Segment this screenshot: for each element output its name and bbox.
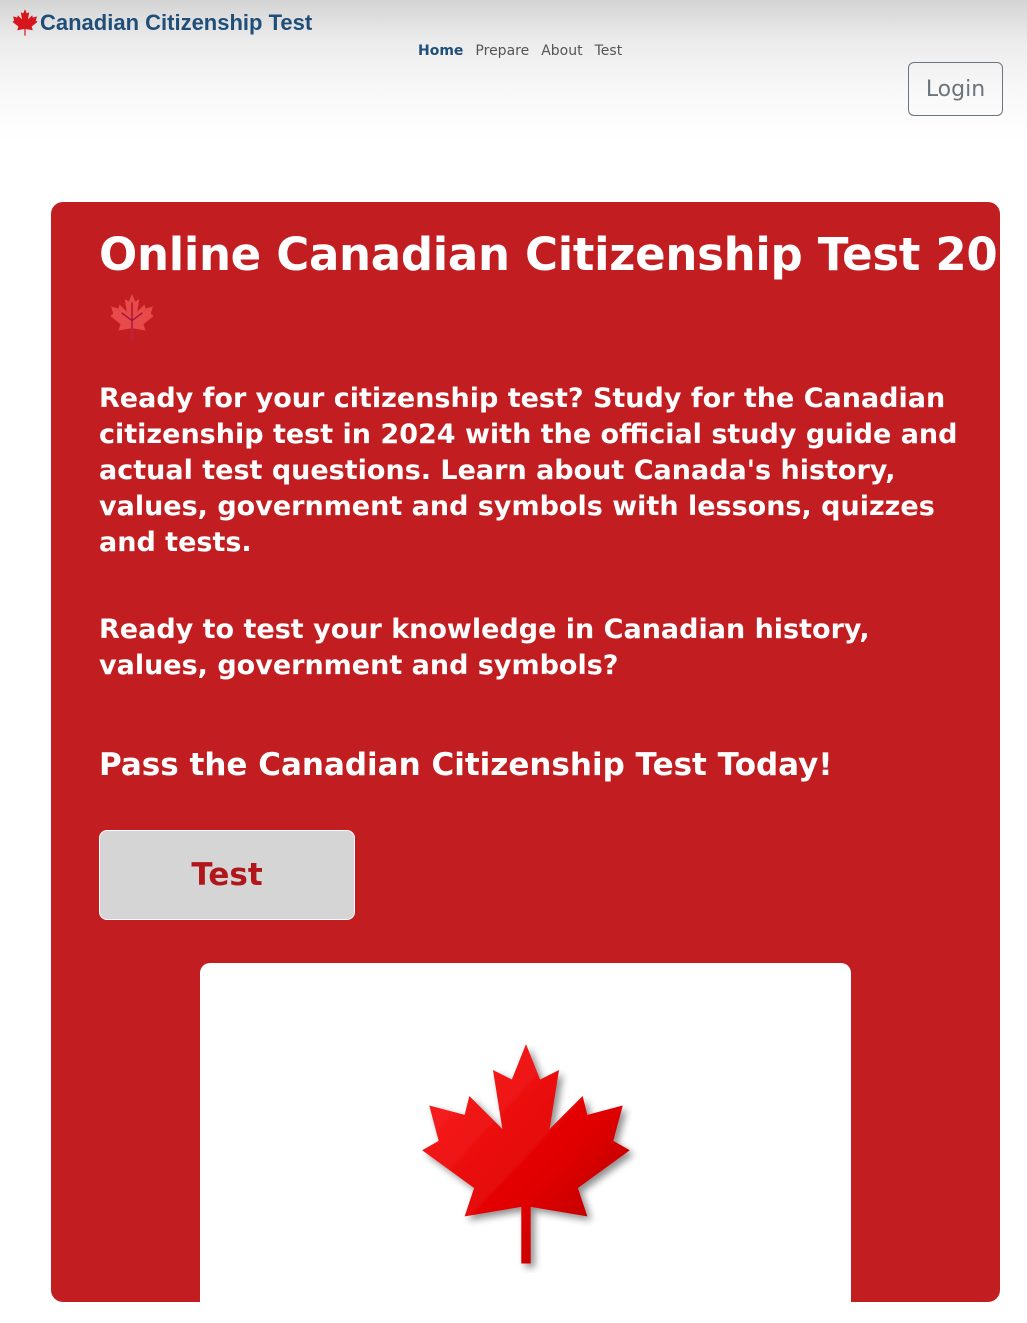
hero-card: Online Canadian Citizenship Test 2024 Re…	[51, 202, 1027, 1323]
nav-test-link[interactable]: Test	[595, 43, 623, 59]
brand-title: Canadian Citizenship Test	[40, 10, 313, 35]
maple-leaf-icon	[110, 294, 154, 340]
main-nav: Home Prepare About Test	[418, 43, 622, 59]
maple-leaf-icon	[422, 1044, 630, 1264]
maple-leaf-image-card	[200, 963, 851, 1323]
page-title: Online Canadian Citizenship Test 2024	[99, 228, 1027, 281]
site-header: Canadian Citizenship Test Home Prepare A…	[0, 0, 1027, 140]
question-paragraph: Ready to test your knowledge in Canadian…	[99, 614, 870, 681]
intro-paragraph: Ready for your citizenship test? Study f…	[99, 383, 958, 558]
login-button[interactable]: Login	[908, 62, 1003, 116]
test-button[interactable]: Test	[99, 830, 355, 920]
nav-home-link[interactable]: Home	[418, 43, 463, 59]
nav-about-link[interactable]: About	[541, 43, 582, 59]
nav-prepare-link[interactable]: Prepare	[475, 43, 529, 59]
maple-leaf-icon	[12, 9, 38, 36]
brand-link[interactable]: Canadian Citizenship Test	[10, 8, 312, 38]
tagline-heading: Pass the Canadian Citizenship Test Today…	[99, 747, 833, 783]
